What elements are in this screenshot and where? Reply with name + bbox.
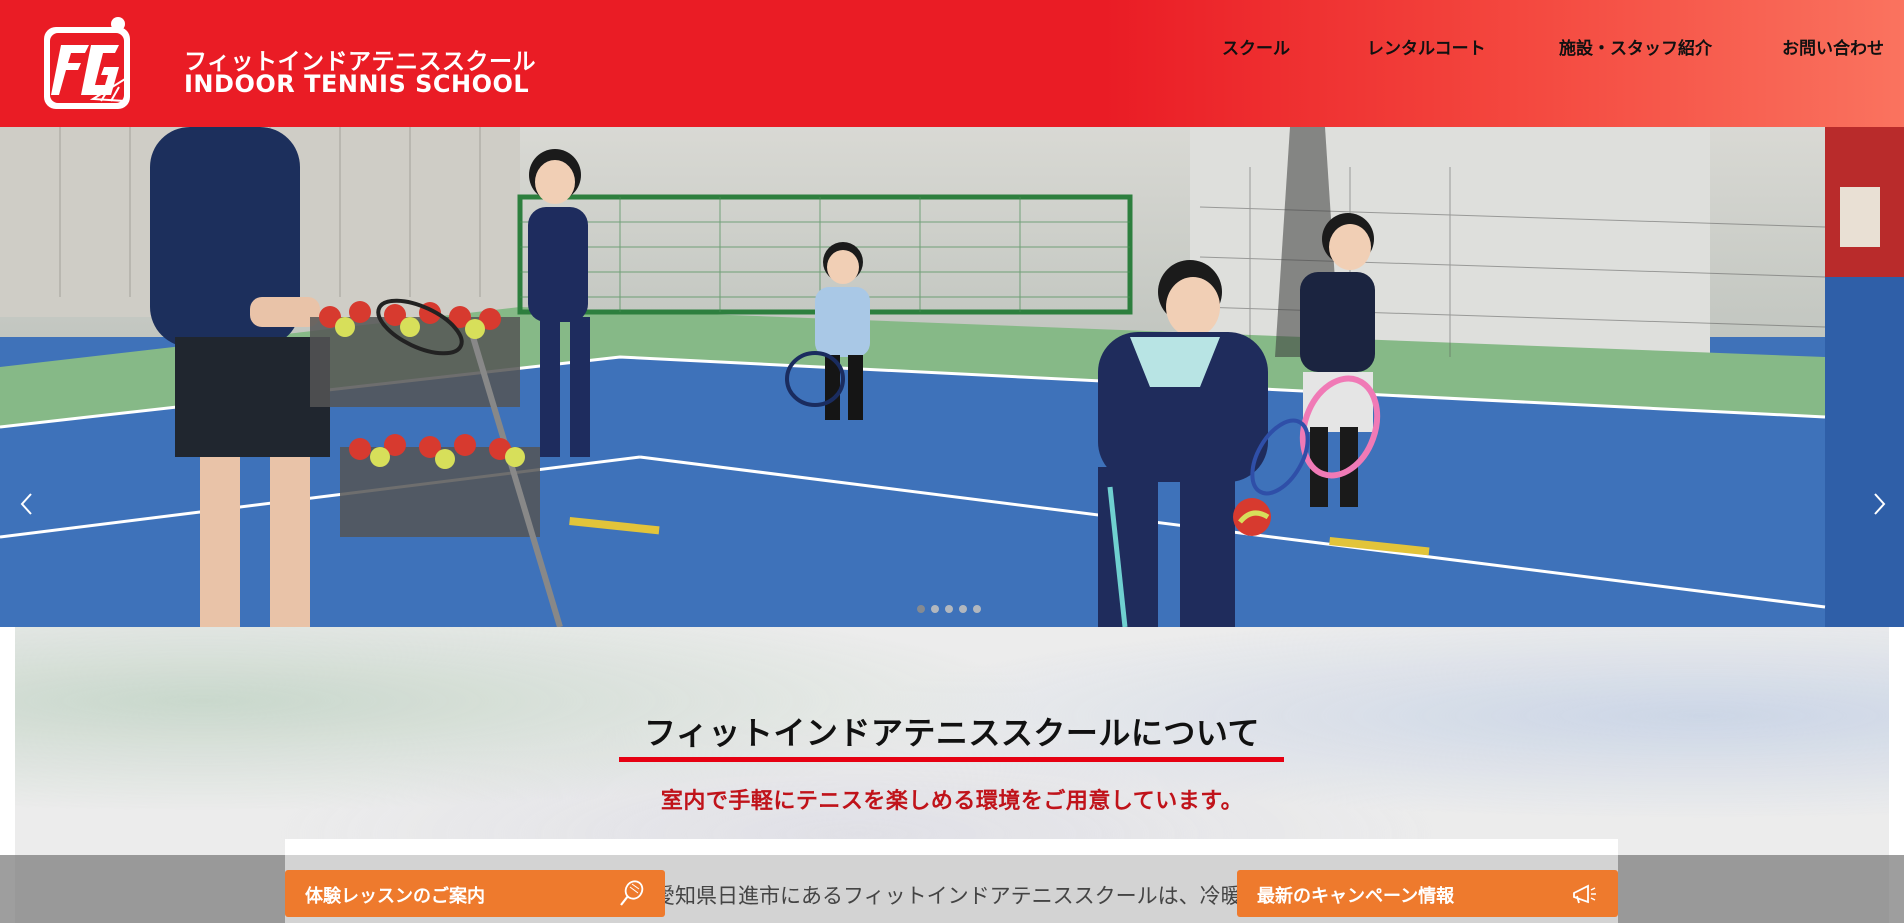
nav-item-facility-staff[interactable]: 施設・スタッフ紹介 [1559, 34, 1712, 59]
slider-dot[interactable] [931, 605, 939, 613]
slider-dots [917, 605, 981, 613]
megaphone-icon [1573, 884, 1596, 904]
title-underline [619, 757, 1284, 762]
tennis-racket-icon [620, 880, 644, 906]
about-subtitle: 室内で手軽にテニスを楽しめる環境をご用意しています。 [660, 789, 1244, 814]
slider-dot[interactable] [959, 605, 967, 613]
trial-lesson-label: 体験レッスンのご案内 [305, 886, 485, 907]
slider-dot[interactable] [917, 605, 925, 613]
nav-item-contact[interactable]: お問い合わせ [1782, 34, 1884, 59]
logo-mark [44, 17, 130, 109]
trial-lesson-button[interactable]: 体験レッスンのご案内 [285, 870, 665, 917]
slider-prev-icon [20, 493, 32, 515]
about-body-text: 愛知県日進市にあるフィットインドアテニススクールは、冷暖房完備 [654, 884, 1254, 908]
about-title: フィットインドアテニススクールについて [644, 714, 1260, 752]
nav-item-rental-court[interactable]: レンタルコート [1367, 34, 1486, 59]
campaign-info-label: 最新のキャンペーン情報 [1257, 886, 1455, 907]
slider-dot[interactable] [973, 605, 981, 613]
hero-slider[interactable] [0, 127, 1904, 627]
slider-dot[interactable] [945, 605, 953, 613]
slider-next-icon [1874, 493, 1886, 515]
site-header: フィットインドアテニススクール INDOOR TENNIS SCHOOL スクー… [0, 0, 1904, 127]
campaign-info-button[interactable]: 最新のキャンペーン情報 [1237, 870, 1618, 917]
logo[interactable] [41, 15, 134, 112]
chevron-left-icon[interactable] [16, 489, 38, 519]
site-title-en[interactable]: INDOOR TENNIS SCHOOL [184, 70, 529, 98]
chevron-right-icon[interactable] [1868, 489, 1890, 519]
hero-image [0, 127, 1904, 627]
nav-item-school[interactable]: スクール [1222, 34, 1290, 59]
